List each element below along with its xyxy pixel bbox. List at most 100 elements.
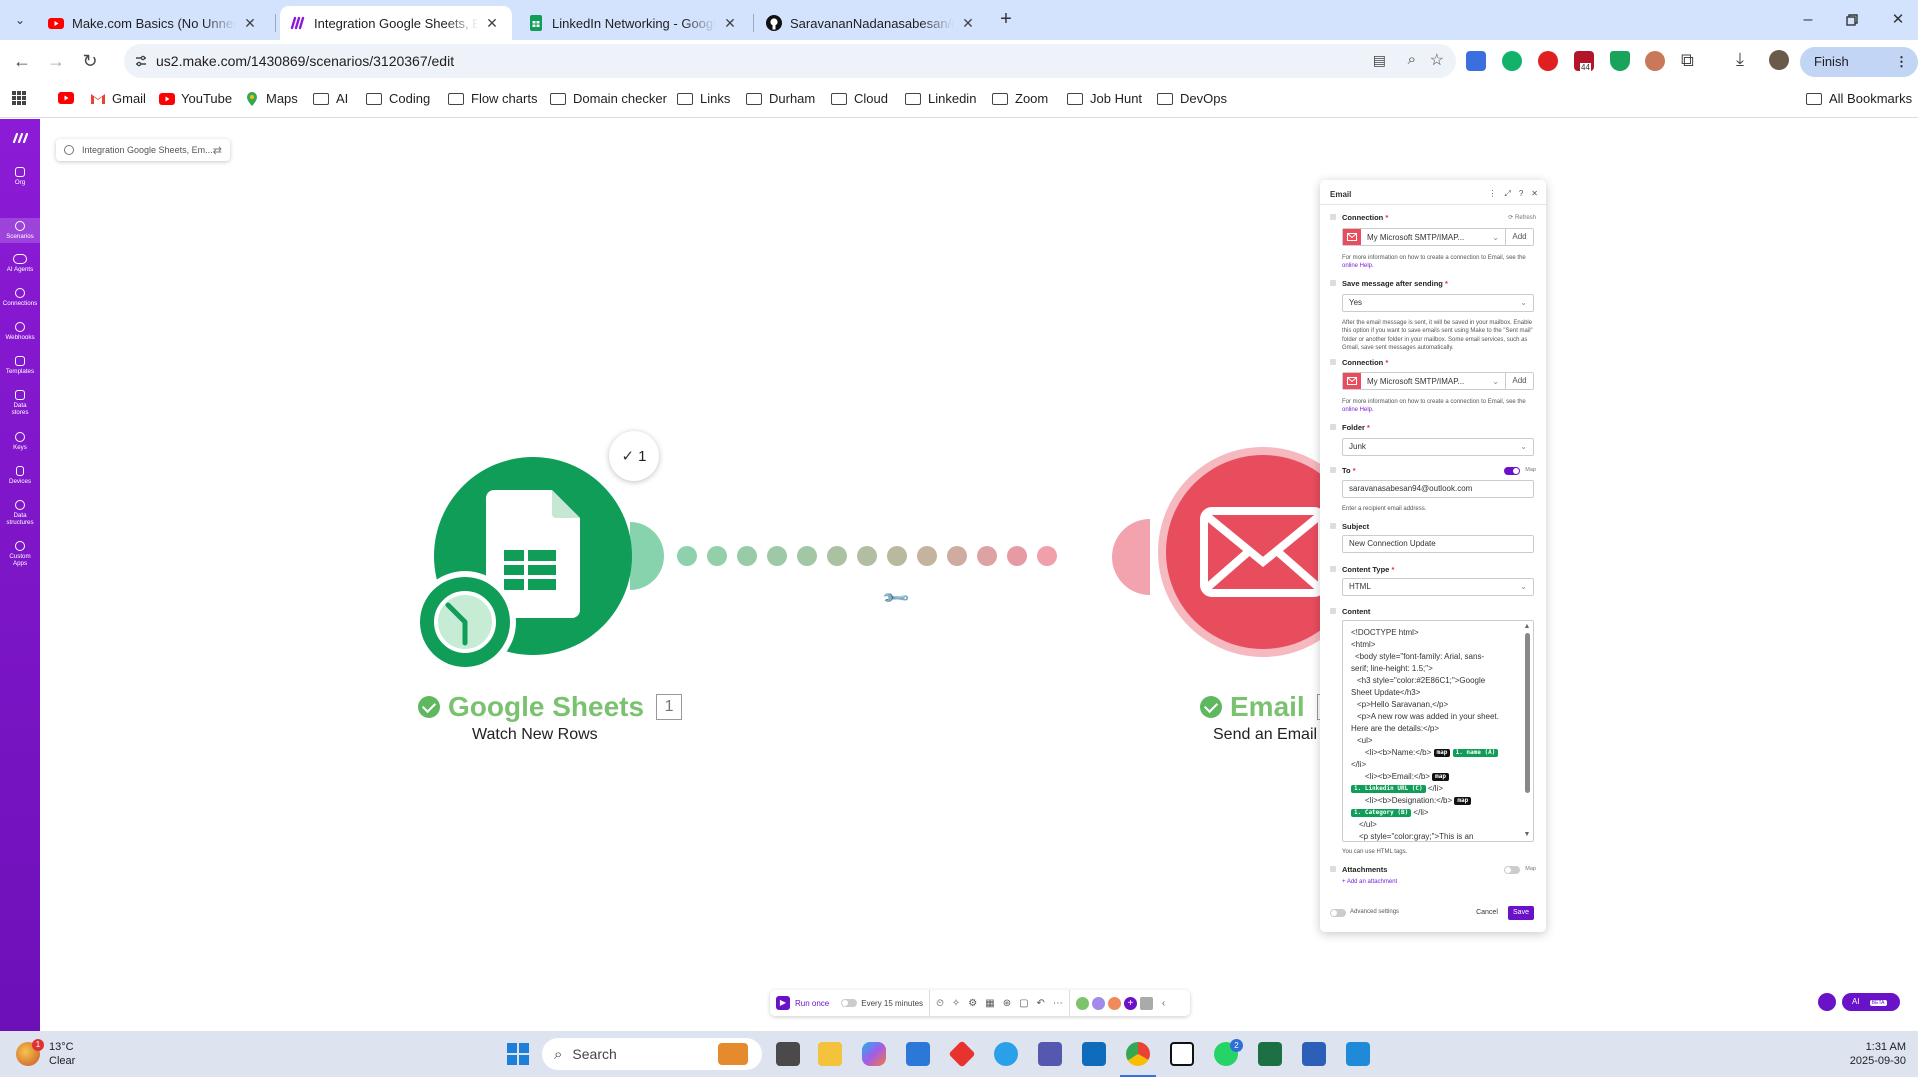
field-toggle[interactable] [1330,359,1336,365]
copilot-icon[interactable] [862,1042,886,1066]
content-type-select[interactable]: HTML ⌄ [1342,578,1534,596]
map-pill[interactable]: map [1454,796,1472,805]
operations-bubble[interactable]: ✓ 1 [609,431,659,481]
app-red-icon[interactable] [948,1040,976,1068]
tab-linkedin-networking[interactable]: LinkedIn Networking - Google S ✕ [518,6,750,40]
refresh-link[interactable]: ⟳ Refresh [1508,214,1536,221]
bookmark-folder-job-hunt[interactable]: Job Hunt [1067,91,1142,106]
teams-icon[interactable] [1038,1042,1062,1066]
schedule-switch[interactable] [841,999,858,1007]
schedule-toggle[interactable]: Every 15 minutes [835,999,929,1008]
subject-field[interactable]: New Connection Update [1342,535,1534,553]
weather-widget[interactable]: 13°C Clear [49,1040,75,1068]
tab-github[interactable]: SaravananNadanasabesan/goo ✕ [756,6,988,40]
field-toggle[interactable] [1330,467,1336,473]
swap-icon[interactable]: ⇄ [213,144,222,157]
panel-menu-icon[interactable]: ⋮ [1488,189,1496,199]
save-button[interactable]: Save [1508,906,1534,920]
advanced-settings-toggle[interactable] [1330,909,1346,917]
sidebar-item-keys[interactable]: Keys [0,432,40,451]
download-icon[interactable]: ⤓ [1736,49,1744,70]
collapse-chevron-icon[interactable]: ‹ [1162,998,1165,1009]
bookmark-folder-cloud[interactable]: Cloud [831,91,888,106]
minimize-button[interactable]: – [1796,8,1820,32]
notes-icon[interactable]: ▦ [985,998,994,1009]
file-explorer-icon[interactable] [818,1042,842,1066]
sidebar-item-custom-apps[interactable]: Custom Apps [0,541,40,567]
bookmark-folder-zoom[interactable]: Zoom [992,91,1048,106]
run-once-button[interactable]: ▶ Run once [770,990,835,1016]
add-attachment-link[interactable]: + Add an attachment [1342,879,1397,885]
clock[interactable]: 1:31 AM 2025-09-30 [1820,1040,1906,1068]
sidebar-item-scenarios[interactable]: Scenarios [0,218,40,243]
bitwarden-extension-icon[interactable] [1466,51,1486,71]
map-pill[interactable]: map [1432,772,1450,781]
online-help-link[interactable]: online Help. [1342,263,1374,269]
adblock-extension-icon[interactable] [1538,51,1558,71]
shield-extension-icon[interactable] [1610,51,1630,71]
tab-make-basics[interactable]: Make.com Basics (No Unnecess ✕ [38,6,270,40]
field-toggle[interactable] [1330,566,1336,572]
zoom-icon[interactable]: ⌕ [1408,51,1416,68]
add-connection-button[interactable]: Add [1505,229,1533,245]
avatar[interactable] [1769,50,1789,70]
name-variable-pill[interactable]: 1. name (A) [1452,748,1499,757]
bookmark-youtube[interactable]: YouTube [159,91,232,106]
close-icon[interactable]: ✕ [722,15,738,31]
tab-integration[interactable]: Integration Google Sheets, Ema ✕ [280,6,512,40]
linkedin-variable-pill[interactable]: 1. Linkedin URL (C) [1351,784,1426,793]
sidebar-item-webhooks[interactable]: Webhooks [0,322,40,341]
content-editor[interactable]: <!DOCTYPE html> <html> <body style="font… [1342,620,1534,842]
windows-start-icon[interactable] [506,1042,530,1066]
forward-button[interactable]: → [44,49,68,73]
field-toggle[interactable] [1330,866,1336,872]
save-message-select[interactable]: Yes ⌄ [1342,294,1534,312]
flow-control-icon[interactable]: ⊛ [1003,998,1011,1009]
online-help-link[interactable]: online Help. [1342,407,1374,413]
bookmark-star-icon[interactable]: ☆ [1430,50,1444,70]
bookmark-folder-links[interactable]: Links [677,91,730,106]
finish-update-button[interactable]: Finish update⋮ [1800,47,1918,99]
field-toggle[interactable] [1330,214,1336,220]
category-variable-pill[interactable]: 1. Category (B) [1351,808,1412,817]
bookmark-folder-durham[interactable]: Durham [746,91,815,106]
close-icon[interactable]: ✕ [484,15,500,31]
email-module[interactable] [1158,447,1338,657]
help-icon[interactable]: ? [1519,189,1523,199]
connection-select[interactable]: My Microsoft SMTP/IMAP... ⌄ Add [1342,228,1534,246]
close-icon[interactable]: ✕ [960,15,976,31]
folder-select[interactable]: Junk ⌄ [1342,438,1534,456]
back-button[interactable]: ← [10,49,34,73]
field-toggle[interactable] [1330,523,1336,529]
undo-icon[interactable]: ↶ [1037,998,1045,1009]
site-info-icon[interactable] [134,54,148,68]
bookmark-folder-coding[interactable]: Coding [366,91,430,106]
text-parser-icon[interactable] [1107,996,1121,1010]
bookmark-folder-domain-checker[interactable]: Domain checker [550,91,667,106]
kebab-menu-icon[interactable]: ⋮ [1895,47,1908,77]
map-pill[interactable]: map [1433,748,1451,757]
bookmark-youtube-shortcut[interactable] [58,91,80,105]
reload-button[interactable]: ↻ [78,49,102,73]
add-connection-button[interactable]: Add [1505,373,1533,389]
sidebar-item-org[interactable]: Org [0,167,40,186]
bookmark-maps[interactable]: Maps [244,91,298,106]
task-view-icon[interactable] [776,1042,800,1066]
grammarly-extension-icon[interactable] [1502,51,1522,71]
more-icon[interactable]: ⋯ [1053,998,1063,1009]
magic-wand-icon[interactable]: ✧ [952,998,960,1009]
bookmark-folder-linkedin[interactable]: Linkedin [905,91,976,106]
back-arrow-icon[interactable] [64,145,74,155]
field-toggle[interactable] [1330,608,1336,614]
word-icon[interactable] [1302,1042,1326,1066]
bookmark-folder-ai[interactable]: AI [313,91,348,106]
sidebar-item-data-structures[interactable]: Data structures [0,500,40,526]
close-icon[interactable]: ✕ [242,15,258,31]
sidebar-item-devices[interactable]: Devices [0,466,40,485]
chrome-icon[interactable] [1126,1042,1150,1066]
ai-assistant-button[interactable]: AI BETA [1842,993,1900,1011]
sidebar-item-templates[interactable]: Templates [0,356,40,375]
map-toggle[interactable] [1504,467,1520,475]
apps-grid-icon[interactable] [12,91,26,105]
address-bar[interactable]: us2.make.com/1430869/scenarios/3120367/e… [124,44,1456,78]
